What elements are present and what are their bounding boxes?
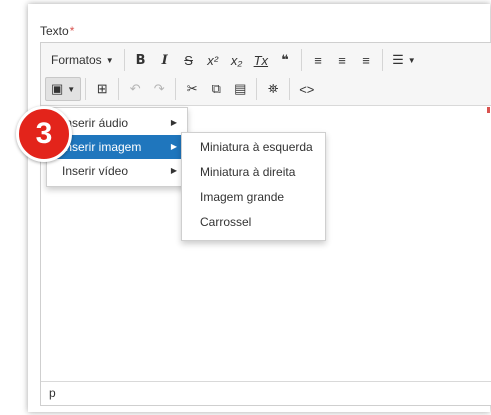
- toolbar-divider: [118, 78, 120, 100]
- chevron-down-icon: ▼: [67, 84, 76, 94]
- resize-marker: [487, 107, 490, 113]
- toolbar-divider: [123, 49, 125, 71]
- toolbar-row-1: Formatos ▼ B I S x² x₂ Tx ❝ ≡ ≡ ≡ ☰ ▼: [45, 47, 421, 73]
- toolbar-row-2: ▣ ▼ ⊞ ↶ ↷ ✂ ⧉ ▤ ⛯ <>: [45, 76, 319, 102]
- menu-item-label: Inserir imagem: [62, 140, 142, 154]
- chevron-down-icon: ▼: [407, 55, 416, 65]
- submenu-item-large-image[interactable]: Imagem grande: [182, 185, 325, 209]
- find-replace-button[interactable]: ⊞: [90, 77, 114, 101]
- toolbar-divider: [301, 49, 303, 71]
- chevron-right-icon: ▶: [170, 118, 177, 127]
- bullet-list-icon: ☰: [392, 52, 404, 67]
- menu-item-insert-video[interactable]: Inserir vídeo ▶: [47, 159, 187, 183]
- undo-button[interactable]: ↶: [123, 77, 147, 101]
- redo-button[interactable]: ↷: [147, 77, 171, 101]
- toolbar-divider: [382, 49, 384, 71]
- field-label: Texto*: [40, 24, 74, 38]
- bullet-list-button[interactable]: ☰ ▼: [387, 48, 421, 72]
- align-left-button[interactable]: ≡: [306, 48, 330, 72]
- strikethrough-button[interactable]: S: [177, 48, 201, 72]
- paste-button[interactable]: ▤: [228, 77, 252, 101]
- superscript-button[interactable]: x²: [201, 48, 225, 72]
- toolbar-divider: [85, 78, 87, 100]
- chevron-right-icon: ▶: [170, 142, 177, 151]
- chevron-right-icon: ▶: [170, 166, 177, 175]
- bold-button[interactable]: B: [129, 48, 153, 72]
- align-center-button[interactable]: ≡: [330, 48, 354, 72]
- toolbar-divider: [175, 78, 177, 100]
- required-mark: *: [69, 24, 75, 38]
- subscript-button[interactable]: x₂: [225, 48, 249, 72]
- align-right-button[interactable]: ≡: [354, 48, 378, 72]
- cut-button[interactable]: ✂: [180, 77, 204, 101]
- toolbar-divider: [289, 78, 291, 100]
- menu-item-label: Inserir áudio: [62, 116, 129, 130]
- status-bar-path[interactable]: p: [41, 381, 491, 405]
- menu-item-label: Inserir vídeo: [62, 164, 129, 178]
- toolbar-divider: [256, 78, 258, 100]
- field-label-text: Texto: [40, 24, 69, 38]
- chevron-down-icon: ▼: [105, 55, 114, 65]
- formats-dropdown[interactable]: Formatos ▼: [45, 48, 120, 72]
- search-button[interactable]: ⛯: [261, 77, 285, 101]
- step-number-badge: 3: [16, 106, 72, 162]
- submenu-item-thumbnail-left[interactable]: Miniatura à esquerda: [182, 135, 325, 159]
- italic-button[interactable]: I: [153, 48, 177, 72]
- image-submenu: Miniatura à esquerda Miniatura à direita…: [181, 132, 326, 241]
- formats-label: Formatos: [51, 53, 102, 67]
- media-icon: ▣: [51, 81, 64, 96]
- submenu-item-carousel[interactable]: Carrossel: [182, 210, 325, 234]
- blockquote-button[interactable]: ❝: [273, 48, 297, 72]
- copy-button[interactable]: ⧉: [204, 77, 228, 101]
- submenu-item-thumbnail-right[interactable]: Miniatura à direita: [182, 160, 325, 184]
- source-code-button[interactable]: <>: [294, 77, 319, 101]
- editor-toolbar: Formatos ▼ B I S x² x₂ Tx ❝ ≡ ≡ ≡ ☰ ▼ ▣ ▼ ⊞: [41, 43, 491, 106]
- clear-format-button[interactable]: Tx: [249, 48, 273, 72]
- media-dropdown-button[interactable]: ▣ ▼: [45, 77, 82, 101]
